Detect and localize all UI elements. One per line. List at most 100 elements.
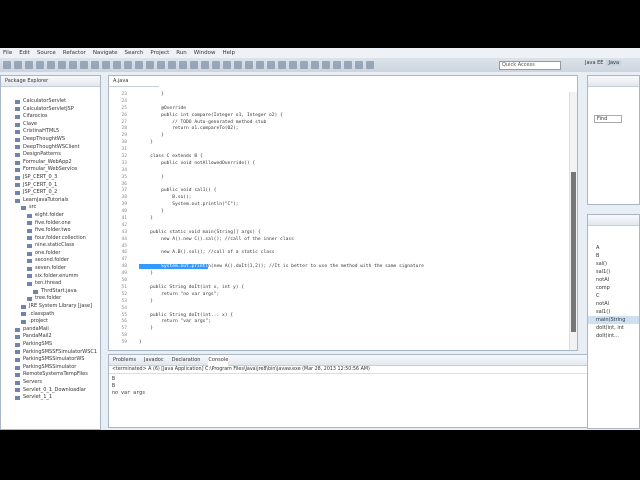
outline-item[interactable]: doIt(int... [588, 332, 639, 340]
tree-item[interactable]: ParkingSMSSimulator [1, 364, 93, 372]
toolbar-button-icon[interactable] [146, 61, 154, 69]
code-line[interactable]: 35 } [109, 175, 569, 182]
quick-access-input[interactable]: Quick Access [499, 61, 561, 70]
tree-item[interactable]: ParkingSMS [1, 341, 93, 349]
code-line[interactable]: 39 System.out.println("C"); [109, 202, 569, 209]
perspective-java[interactable]: Java [606, 60, 622, 66]
task-list-tab[interactable] [588, 76, 639, 87]
editor-scrollbar[interactable] [569, 92, 577, 350]
outline-item[interactable]: sal1() [588, 308, 639, 316]
outline-item[interactable]: doIt(int, int [588, 324, 639, 332]
tree-item[interactable]: five.folder.two [1, 227, 93, 235]
menu-run[interactable]: Run [176, 50, 187, 56]
toolbar-button-icon[interactable] [256, 61, 264, 69]
code-editor[interactable]: A.java 23 } 24 25 @Override 26 public int c… [108, 75, 578, 351]
code-lines[interactable]: 23 } 24 25 @Override 26 public int compare(… [109, 92, 569, 347]
tree-item[interactable]: Servers [1, 379, 93, 387]
outline-item[interactable]: comp [588, 284, 639, 292]
outline-item[interactable]: A [588, 244, 639, 252]
toolbar-button-icon[interactable] [344, 61, 352, 69]
toolbar-button-icon[interactable] [124, 61, 132, 69]
outline-item[interactable]: sal1() [588, 268, 639, 276]
tree-item[interactable]: six.folder.enumm [1, 273, 93, 281]
tree-item[interactable]: Servlet_1_1 [1, 394, 93, 402]
tree-item[interactable]: PandaMail2 [1, 333, 93, 341]
tab-console[interactable]: Console [208, 355, 229, 366]
tree-item[interactable]: second.folder [1, 257, 93, 265]
console-output[interactable]: B Bno var args [109, 374, 637, 399]
outline-item[interactable]: C [588, 292, 639, 300]
toolbar-button-icon[interactable] [190, 61, 198, 69]
tree-item[interactable]: DesignPatterns [1, 151, 93, 159]
toolbar-button-icon[interactable] [80, 61, 88, 69]
code-line[interactable]: 46 new A.B().sol(); //call of a static c… [109, 250, 569, 257]
toolbar-button-icon[interactable] [322, 61, 330, 69]
tree-item[interactable]: Formular_WebService [1, 166, 93, 174]
toolbar-button-icon[interactable] [135, 61, 143, 69]
code-line[interactable]: 52 return "no var args"; [109, 292, 569, 299]
editor-tab-a-java[interactable]: A.java [109, 76, 159, 87]
toolbar-button-icon[interactable] [91, 61, 99, 69]
tree-item[interactable]: nine.staticClass [1, 242, 93, 250]
tree-item[interactable]: ParkingSMSSFSimulatorWSC1 [1, 349, 97, 357]
menu-help[interactable]: Help [222, 50, 235, 56]
tree-item[interactable]: ThrdStart.java [1, 288, 93, 296]
menu-navigate[interactable]: Navigate [93, 50, 118, 56]
code-line[interactable]: 23 } [109, 92, 569, 99]
menu-file[interactable]: File [3, 50, 12, 56]
code-line[interactable]: 24 [109, 99, 569, 106]
code-line[interactable]: 26 public int compare(Integer o1, Intege… [109, 113, 569, 120]
tree-item[interactable]: Clave [1, 121, 93, 129]
toolbar-button-icon[interactable] [36, 61, 44, 69]
toolbar-button-icon[interactable] [3, 61, 11, 69]
tree-item[interactable]: JSP_CERT_0_2 [1, 189, 93, 197]
toolbar-button-icon[interactable] [366, 61, 374, 69]
menu-project[interactable]: Project [150, 50, 169, 56]
tree-item[interactable]: JRE System Library [jase] [1, 303, 93, 311]
outline-item[interactable]: B [588, 252, 639, 260]
code-line[interactable]: 49 } [109, 271, 569, 278]
code-line[interactable]: 58 [109, 333, 569, 340]
code-line[interactable]: 57 } [109, 326, 569, 333]
tree-item[interactable]: JSP_CERT_0_1 [1, 182, 93, 190]
toolbar-button-icon[interactable] [168, 61, 176, 69]
tree-item[interactable]: Servlet_0_1_Downloadlar [1, 387, 93, 395]
code-line[interactable]: 40 } [109, 209, 569, 216]
perspective-java-ee[interactable]: Java EE [585, 60, 603, 66]
toolbar-button-icon[interactable] [113, 61, 121, 69]
toolbar-button-icon[interactable] [289, 61, 297, 69]
tree-item[interactable]: RemoteSystemsTempFiles [1, 371, 93, 379]
code-line[interactable]: 41 } [109, 216, 569, 223]
menu-window[interactable]: Window [194, 50, 216, 56]
tab-declaration[interactable]: Declaration [172, 355, 201, 366]
toolbar-button-icon[interactable] [267, 61, 275, 69]
code-line[interactable]: 31 [109, 147, 569, 154]
toolbar-button-icon[interactable] [25, 61, 33, 69]
toolbar-button-icon[interactable] [234, 61, 242, 69]
outline-item[interactable]: main(String [588, 316, 639, 324]
tree-item[interactable]: CalculatorServletJSP [1, 106, 93, 114]
toolbar-button-icon[interactable] [157, 61, 165, 69]
menu-refactor[interactable]: Refactor [63, 50, 86, 56]
code-line[interactable]: 43 public static void main(String[] args… [109, 230, 569, 237]
menu-edit[interactable]: Edit [19, 50, 30, 56]
tab-javadoc[interactable]: Javadoc [144, 355, 164, 366]
tree-item[interactable]: DeepThoughtWSClient [1, 144, 93, 152]
tree-item[interactable]: src [1, 204, 93, 212]
tree-item[interactable]: Cifarocios [1, 113, 93, 121]
tree-item[interactable]: LearnJavaTutorials [1, 197, 93, 205]
code-line[interactable]: 28 return o1.compareTo(02); [109, 126, 569, 133]
toolbar-button-icon[interactable] [300, 61, 308, 69]
outline-item[interactable]: sal() [588, 260, 639, 268]
tree-item[interactable]: .project [1, 318, 93, 326]
tree-item[interactable]: pandaMail [1, 326, 93, 334]
toolbar-button-icon[interactable] [355, 61, 363, 69]
tree-item[interactable]: Formular_WebApp2 [1, 159, 93, 167]
toolbar-button-icon[interactable] [333, 61, 341, 69]
tree-item[interactable]: DeepThoughtWS [1, 136, 93, 144]
toolbar-button-icon[interactable] [14, 61, 22, 69]
tree-item[interactable]: five.folder.one [1, 220, 93, 228]
toolbar-button-icon[interactable] [201, 61, 209, 69]
code-line[interactable]: 30 } [109, 140, 569, 147]
toolbar-button-icon[interactable] [179, 61, 187, 69]
